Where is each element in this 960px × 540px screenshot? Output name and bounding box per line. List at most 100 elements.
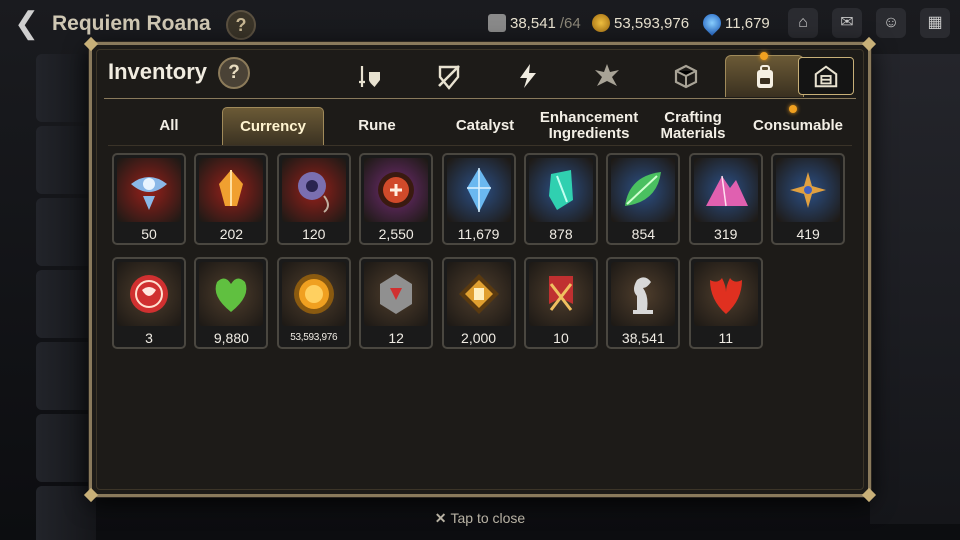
inventory-item[interactable]: 9,880 [194, 257, 269, 349]
inventory-item[interactable]: 2,000 [441, 257, 516, 349]
back-arrow-icon[interactable]: ❮ [14, 9, 44, 40]
item-quantity: 878 [549, 226, 573, 242]
tab-materials[interactable] [567, 55, 646, 97]
gold-value: 53,593,976 [614, 14, 690, 32]
skystone-value: 11,679 [725, 14, 770, 32]
item-quantity: 11 [718, 330, 733, 346]
inventory-item[interactable]: 419 [771, 153, 846, 245]
stamina-max: /64 [559, 14, 581, 32]
item-quantity: 12 [388, 330, 404, 346]
tab-catalyst-sub[interactable]: Catalyst [430, 107, 540, 145]
item-quantity: 2,550 [378, 226, 414, 242]
stamina-value: 38,541 [510, 14, 556, 32]
gold-fist-emblem-icon [446, 262, 511, 326]
teal-crystal-icon [528, 158, 593, 222]
item-quantity: 419 [796, 226, 820, 242]
storage-house-icon [814, 65, 838, 88]
item-quantity: 9,880 [213, 330, 249, 346]
top-bar: ❮ Requiem Roana ? 38,541/64 53,593,976 1… [0, 0, 960, 48]
close-icon: ✕ [434, 510, 447, 526]
red-wing-icon [693, 262, 758, 326]
mail-icon[interactable]: ✉ [832, 8, 862, 38]
tab-backpack[interactable] [725, 52, 804, 97]
inventory-item[interactable]: 12 [359, 257, 434, 349]
backpack-notification-dot [760, 52, 768, 60]
item-quantity: 11,679 [457, 226, 500, 242]
inventory-item[interactable]: 38,541 [606, 257, 681, 349]
tab-catalyst[interactable] [488, 55, 567, 97]
lightning-icon [519, 64, 536, 88]
inventory-item[interactable]: 10 [523, 257, 598, 349]
hero-help-button[interactable]: ? [226, 10, 256, 40]
item-quantity: 319 [714, 226, 738, 242]
leaf-icon [611, 158, 676, 222]
category-tabs [330, 52, 804, 97]
tab-all[interactable]: All [116, 107, 222, 145]
close-hint[interactable]: ✕ Tap to close [0, 510, 960, 527]
inventory-item[interactable]: 3 [112, 257, 186, 349]
tab-enhancement-ingredients[interactable]: Enhancement Ingredients [540, 107, 638, 145]
tab-gift[interactable] [646, 55, 725, 97]
menu-grid-icon[interactable]: ▦ [920, 8, 950, 38]
green-heart-icon [199, 262, 264, 326]
inventory-item[interactable]: 11 [688, 257, 763, 349]
skystone-icon [699, 10, 725, 36]
sub-tab-divider [108, 145, 852, 146]
item-grid: 50 202 120 2,550 11,679 878 854 319 419 3 9,880 53,… [112, 153, 846, 349]
inventory-modal: Inventory ? All Currency Rune Catalyst E… [83, 36, 877, 503]
pink-mountain-icon [693, 158, 758, 222]
inventory-item[interactable]: 319 [688, 153, 763, 245]
backpack-icon [756, 64, 773, 88]
top-right-icons: ⌂ ✉ ☺ ▦ [788, 8, 950, 38]
box-icon [674, 64, 697, 89]
item-quantity: 3 [145, 330, 153, 346]
inventory-item[interactable]: 854 [606, 153, 681, 245]
eye-emblem-icon [117, 158, 181, 222]
hero-portraits-background [870, 54, 960, 524]
storage-button[interactable] [798, 57, 854, 95]
crystal-burst-icon [594, 64, 619, 86]
tab-artifact[interactable] [409, 55, 488, 97]
inventory-item[interactable]: 50 [112, 153, 186, 245]
gold-coin-icon [281, 262, 346, 326]
hero-name: Requiem Roana [52, 12, 211, 35]
stamina-icon [488, 14, 506, 32]
item-quantity: 38,541 [621, 330, 665, 346]
header-divider [104, 98, 856, 99]
inventory-item[interactable]: 202 [194, 153, 269, 245]
stone-rune-icon [364, 262, 429, 326]
item-quantity: 2,000 [461, 330, 497, 346]
gold-icon [592, 14, 610, 32]
item-quantity: 53,593,976 [290, 332, 338, 343]
inventory-item[interactable]: 878 [523, 153, 598, 245]
item-quantity: 10 [553, 330, 569, 346]
red-banner-icon [528, 262, 593, 326]
amber-crystal-icon [199, 158, 264, 222]
inventory-item[interactable]: 120 [276, 153, 351, 245]
skystone-counter: 11,679 [699, 10, 770, 36]
tab-equipment[interactable] [330, 55, 409, 97]
chat-icon[interactable]: ☺ [876, 8, 906, 38]
shop-icon[interactable]: ⌂ [788, 8, 818, 38]
tab-currency[interactable]: Currency [222, 107, 324, 145]
hero-list-background [36, 54, 96, 540]
inventory-help-button[interactable]: ? [218, 57, 250, 89]
broken-shield-icon [437, 65, 460, 90]
item-quantity: 854 [631, 226, 656, 242]
inventory-item[interactable]: 2,550 [359, 153, 434, 245]
gold-counter: 53,593,976 [592, 14, 689, 32]
tab-rune[interactable]: Rune [324, 107, 430, 145]
inventory-item[interactable]: 11,679 [441, 153, 516, 245]
close-hint-label: Tap to close [450, 510, 526, 526]
item-quantity: 50 [141, 226, 157, 242]
pendant-icon [281, 158, 346, 222]
blue-crystal-icon [446, 158, 511, 222]
tab-consumable[interactable]: Consumable [748, 107, 848, 145]
inventory-title: Inventory [108, 59, 208, 84]
star-pendant-icon [776, 158, 841, 222]
inventory-item[interactable]: 53,593,976 [276, 257, 351, 349]
tab-crafting-materials[interactable]: Crafting Materials [638, 107, 748, 145]
stamina-counter: 38,541/64 [488, 14, 581, 32]
sub-tabs: All Currency Rune Catalyst Enhancement I… [116, 107, 848, 145]
item-quantity: 120 [302, 226, 326, 242]
